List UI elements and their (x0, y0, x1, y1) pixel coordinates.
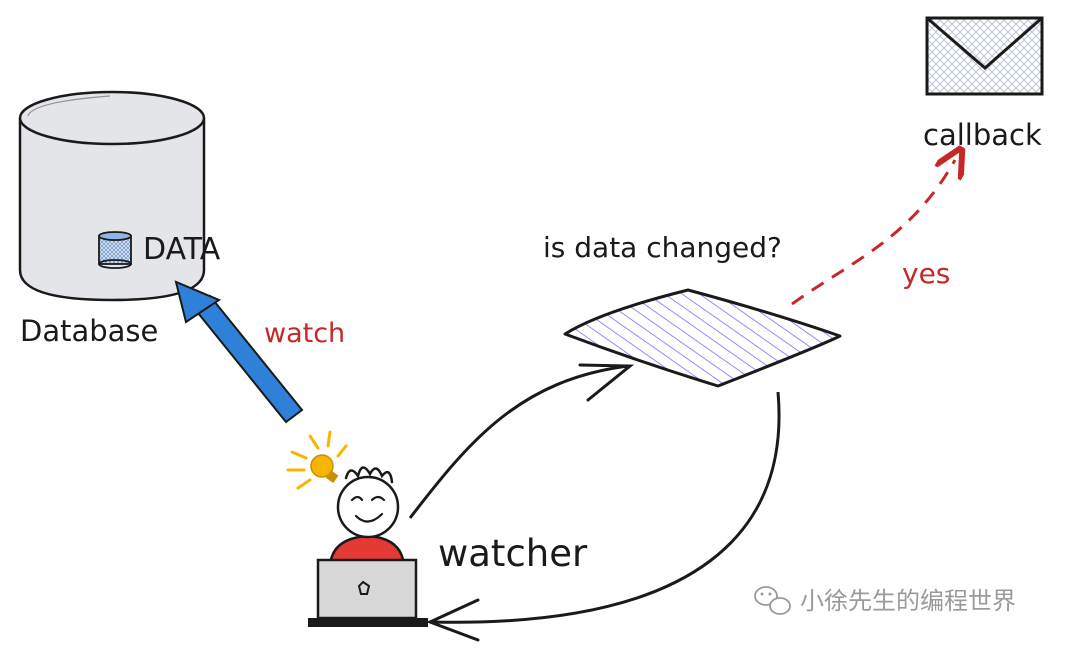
callback-label: callback (923, 118, 1042, 152)
envelope-icon (925, 16, 1044, 96)
watcher-label: watcher (438, 532, 588, 575)
watch-label: watch (264, 318, 345, 349)
yes-label: yes (902, 257, 950, 290)
watcher-figure (328, 466, 406, 568)
database-label: Database (20, 314, 158, 348)
return-arrow (426, 391, 781, 642)
question-label: is data changed? (543, 231, 782, 264)
query-arrow (408, 363, 635, 519)
decision-diamond (563, 288, 842, 388)
data-icon (98, 231, 132, 269)
wechat-icon (754, 586, 791, 615)
watch-arrow (174, 280, 304, 424)
watermark-text: 小徐先生的编程世界 (800, 587, 1016, 615)
data-label: DATA (143, 232, 221, 267)
laptop-icon (308, 558, 428, 627)
diagram-canvas: DATA Database watch is data changed? yes… (18, 16, 1044, 642)
lightbulb-icon (286, 430, 348, 490)
